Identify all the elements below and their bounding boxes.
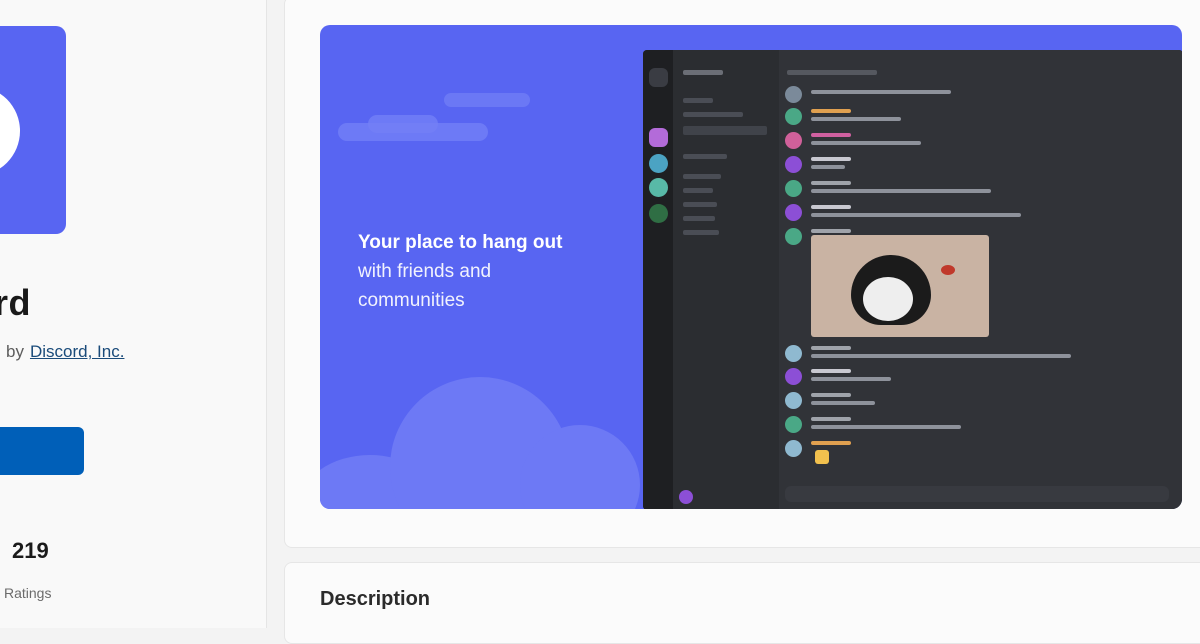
channel-item — [683, 188, 713, 193]
app-info-panel: rd by Discord, Inc. 219 Ratings — [0, 0, 267, 628]
server-icon — [649, 128, 668, 147]
shared-image — [811, 235, 989, 337]
app-name: rd — [0, 282, 31, 323]
description-heading: Description — [320, 588, 431, 610]
ratings-count: 219 — [12, 538, 49, 563]
chat-message — [785, 156, 1165, 176]
publisher-link[interactable]: Discord, Inc. — [30, 342, 124, 361]
cloud-decoration — [444, 93, 530, 107]
server-icon — [649, 204, 668, 223]
channel-item-active — [683, 126, 767, 135]
hero-screenshot[interactable]: Your place to hang out with friends and … — [320, 25, 1182, 509]
ratings-label: Ratings — [4, 585, 52, 601]
chat-message — [785, 132, 1165, 152]
server-list — [643, 50, 673, 509]
publisher-line: by Discord, Inc. — [6, 342, 124, 362]
tagline-line-3: communities — [358, 290, 465, 311]
channel-item — [683, 202, 717, 207]
chat-message — [785, 440, 1165, 464]
chat-message — [785, 180, 1165, 200]
discord-logo-icon — [0, 26, 66, 234]
publisher-prefix: by — [6, 342, 24, 361]
channel-item — [683, 154, 727, 159]
home-icon — [649, 68, 668, 87]
chat-message — [785, 108, 1165, 128]
channel-item — [683, 230, 719, 235]
channel-item — [683, 112, 743, 117]
chat-message — [785, 416, 1165, 436]
chat-message — [785, 345, 1165, 365]
message-input — [785, 486, 1169, 502]
discord-app-preview — [643, 50, 1182, 509]
chat-message — [785, 368, 1165, 388]
chat-pane — [779, 50, 1182, 509]
server-icon — [649, 178, 668, 197]
chat-header — [787, 70, 877, 75]
chat-message — [785, 392, 1165, 412]
chat-message — [785, 86, 1165, 106]
channel-header — [683, 70, 723, 75]
tagline-line-1: Your place to hang out — [358, 232, 563, 253]
penguin-belly — [863, 277, 913, 321]
hero-tagline: Your place to hang out with friends and … — [358, 228, 638, 315]
cloud-decoration — [368, 115, 438, 133]
server-icon — [649, 154, 668, 173]
channel-item — [683, 174, 721, 179]
logo-mark — [0, 86, 20, 176]
user-avatar — [679, 490, 693, 504]
tagline-line-2: with friends and — [358, 261, 492, 282]
chat-message — [785, 204, 1165, 224]
channel-list — [673, 50, 779, 509]
channel-item — [683, 98, 713, 103]
penguin-beak — [941, 265, 955, 275]
channel-item — [683, 216, 715, 221]
install-button[interactable] — [0, 427, 84, 475]
